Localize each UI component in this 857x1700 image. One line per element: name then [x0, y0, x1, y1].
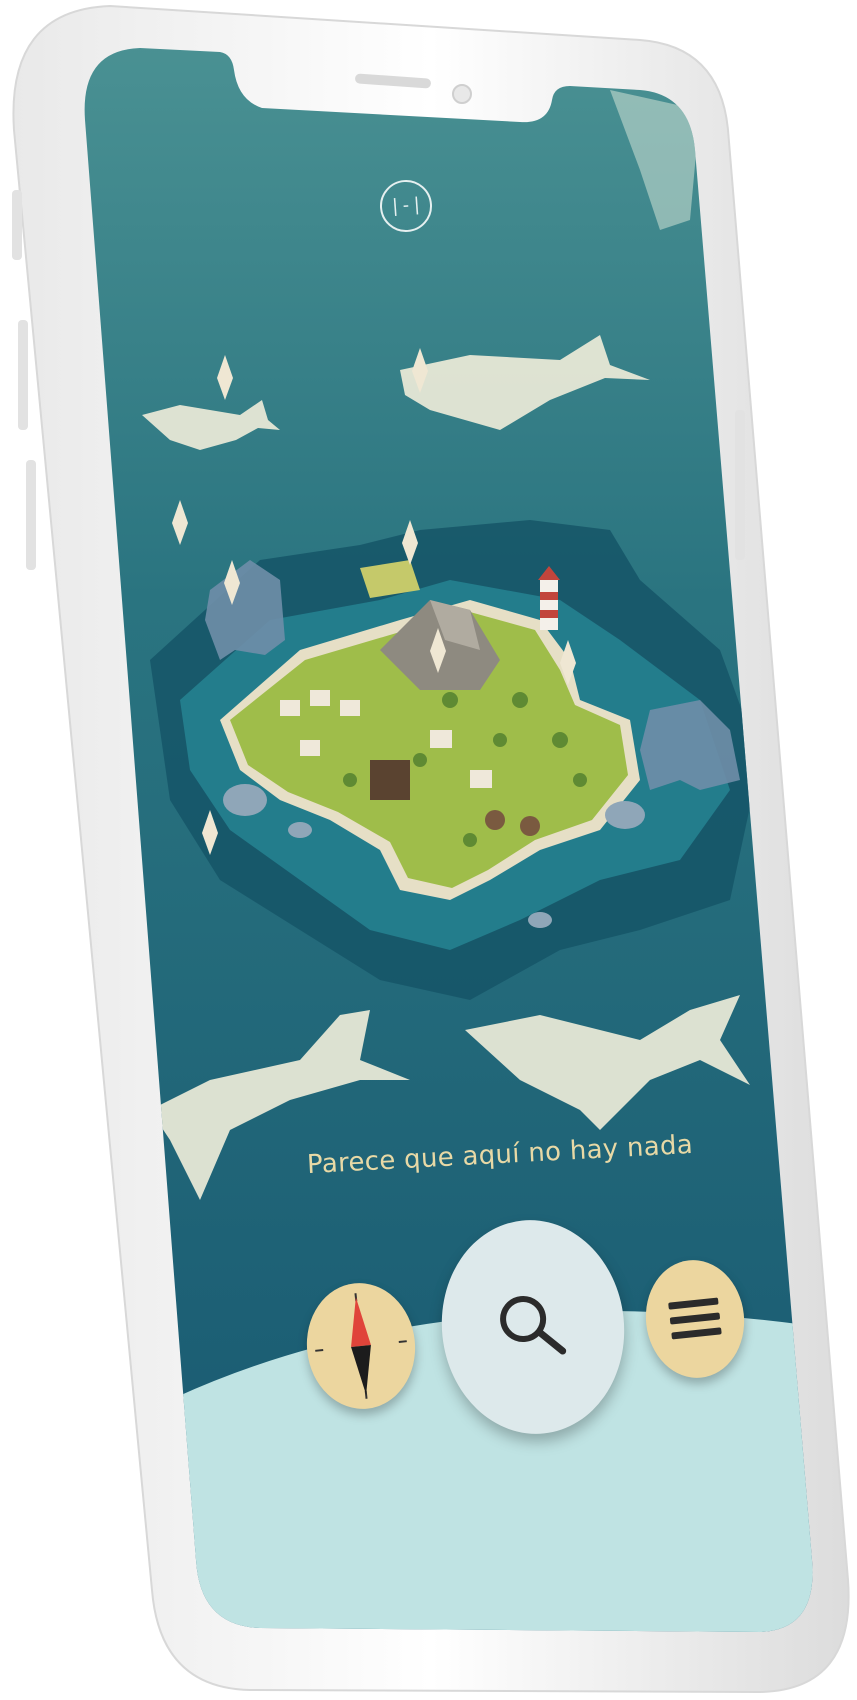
device-mockup: |-| Parece que aquí no hay nada: [0, 0, 857, 1700]
menu-button[interactable]: [640, 1255, 750, 1383]
search-button[interactable]: [431, 1211, 635, 1443]
compass-button[interactable]: [300, 1277, 422, 1415]
compass-icon: [315, 1293, 407, 1399]
phone-frame: [12, 4, 850, 1694]
search-icon: [500, 1295, 567, 1355]
menu-icon: [668, 1297, 722, 1340]
